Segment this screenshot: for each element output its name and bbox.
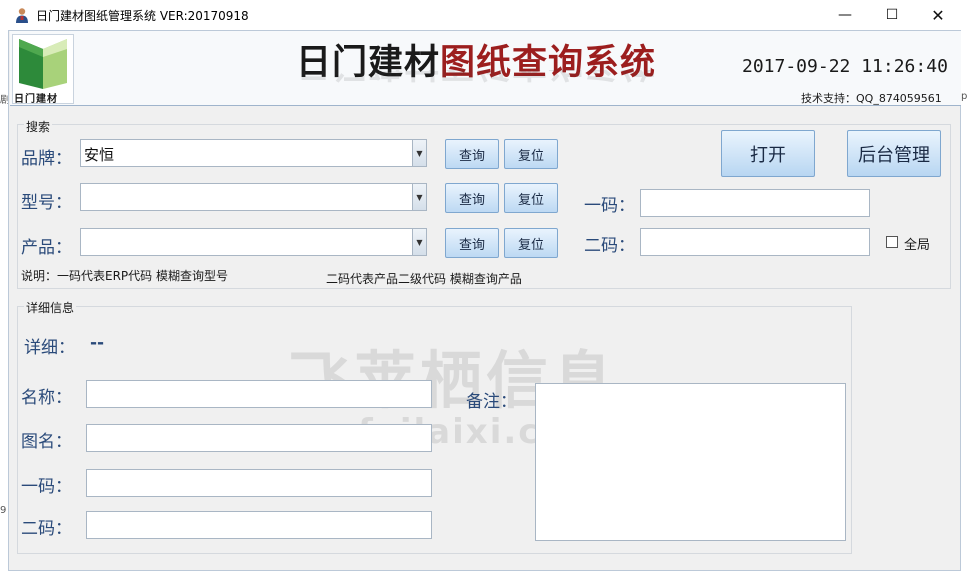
detail-code2-label: 二码： [21,519,72,539]
close-button[interactable]: ✕ [915,0,961,30]
search-group-legend: 搜索 [24,118,53,135]
remark-label: 备注： [466,392,517,412]
title-reflection: 日门建材图纸查询系统 [296,70,656,92]
code2-input[interactable] [640,228,870,256]
product-label: 产品： [21,238,72,258]
brand-value: 安恒 [84,146,115,164]
model-query-button[interactable]: 查询 [445,183,499,213]
edge-fragment-left-bottom: 9 [0,505,7,516]
model-reset-button[interactable]: 复位 [504,183,558,213]
edge-fragment-left: 剧 [0,95,8,105]
name-field[interactable] [86,380,432,408]
reflection-red-part: 图纸查询系统 [440,70,656,84]
product-combobox[interactable]: ▼ [80,228,427,256]
code2-label: 二码： [584,236,635,256]
detail-code1-label: 一码： [21,477,72,497]
window-title: 日门建材图纸管理系统 VER:20170918 [36,9,249,23]
minimize-button[interactable]: — [822,0,868,30]
detail-value: -- [90,333,105,353]
drawing-name-field[interactable] [86,424,432,452]
model-combobox[interactable]: ▼ [80,183,427,211]
name-label: 名称： [21,388,72,408]
search-note-code2: 二码代表产品二级代码 模糊查询产品 [326,272,522,286]
code1-label: 一码： [584,196,635,216]
brand-query-button[interactable]: 查询 [445,139,499,169]
code1-input[interactable] [640,189,870,217]
chevron-down-icon[interactable]: ▼ [412,229,426,255]
edge-fragment-right: p [961,91,968,102]
admin-button[interactable]: 后台管理 [847,130,941,177]
brand-combobox[interactable]: 安恒 ▼ [80,139,427,167]
chevron-down-icon[interactable]: ▼ [412,140,426,166]
detail-label: 详细： [24,338,75,358]
detail-code2-field[interactable] [86,511,432,539]
app-person-icon [14,7,30,23]
global-label: 全局 [904,238,931,253]
brand-label: 品牌： [21,149,72,169]
brand-reset-button[interactable]: 复位 [504,139,558,169]
detail-code1-field[interactable] [86,469,432,497]
search-note-code1: 说明：一码代表ERP代码 模糊查询型号 [21,269,228,283]
logo-text: 日门建材 [14,94,58,105]
product-query-button[interactable]: 查询 [445,228,499,258]
drawing-name-label: 图名： [21,432,72,452]
global-checkbox[interactable] [886,236,898,248]
support-contact: 技术支持：QQ_874059561 [801,92,942,105]
remark-textarea[interactable] [535,383,846,541]
product-reset-button[interactable]: 复位 [504,228,558,258]
detail-group-legend: 详细信息 [24,299,77,316]
maximize-button[interactable]: ☐ [869,0,915,30]
datetime-display: 2017-09-22 11:26:40 [742,56,948,77]
model-label: 型号： [21,193,72,213]
chevron-down-icon[interactable]: ▼ [412,184,426,210]
reflection-black-part: 日门建材 [296,70,440,84]
open-button[interactable]: 打开 [721,130,815,177]
